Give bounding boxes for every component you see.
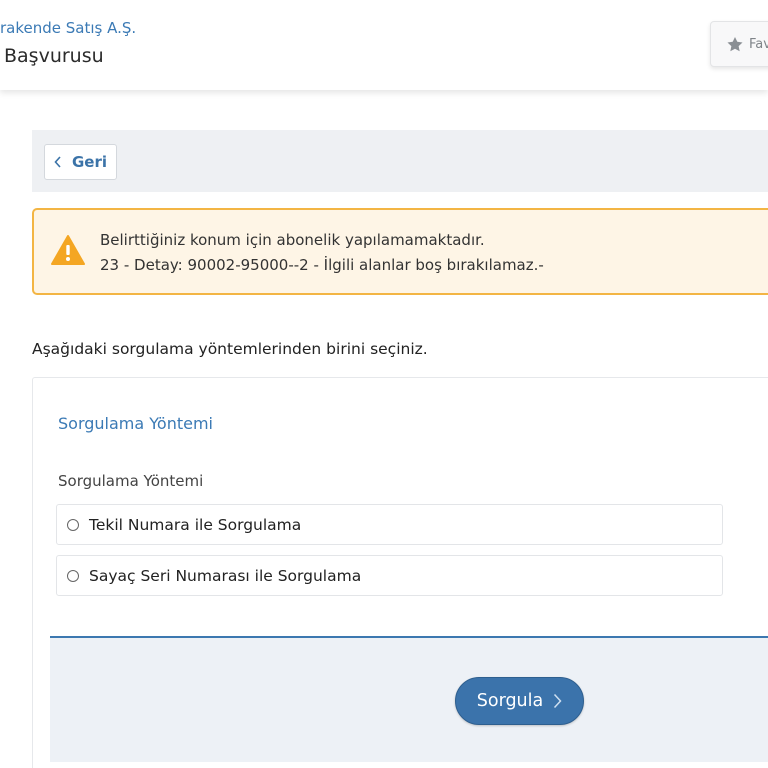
back-label: Geri [71,153,108,171]
radio-option-label: Tekil Numara ile Sorgulama [89,515,302,534]
page-title: Başvurusu [4,45,104,67]
submit-label: Sorgula [476,691,544,711]
radio-option-sayac-seri-numarasi[interactable]: Sayaç Seri Numarası ile Sorgulama [56,555,723,596]
section-title: Sorgulama Yöntemi [58,414,213,433]
back-button[interactable]: Geri [44,144,117,180]
form-footer [50,636,768,762]
field-label: Sorgulama Yöntemi [58,472,204,490]
organization-name: rakende Satış A.Ş. [0,19,137,37]
instruction-text: Aşağıdaki sorgulama yöntemlerinden birin… [32,340,428,358]
top-bar: rakende Satış A.Ş. Başvurusu Fav [0,0,768,90]
favorites-label: Fav [749,36,768,52]
toolbar: Geri [32,130,768,192]
alert-detail: 23 - Detay: 90002-95000--2 - İlgili alan… [100,256,544,274]
chevron-right-icon [554,693,562,709]
alert-message: Belirttiğiniz konum için abonelik yapıla… [100,231,485,249]
favorites-button[interactable]: Fav [710,21,768,67]
radio-option-tekil-numara[interactable]: Tekil Numara ile Sorgulama [56,504,723,545]
star-icon [727,36,743,51]
chevron-left-icon [54,156,61,168]
radio-button[interactable] [67,569,79,582]
radio-button[interactable] [67,518,79,531]
warning-triangle-icon [51,235,85,265]
warning-alert: Belirttiğiniz konum için abonelik yapıla… [32,208,768,295]
submit-button[interactable]: Sorgula [455,677,584,725]
radio-option-label: Sayaç Seri Numarası ile Sorgulama [89,566,362,585]
